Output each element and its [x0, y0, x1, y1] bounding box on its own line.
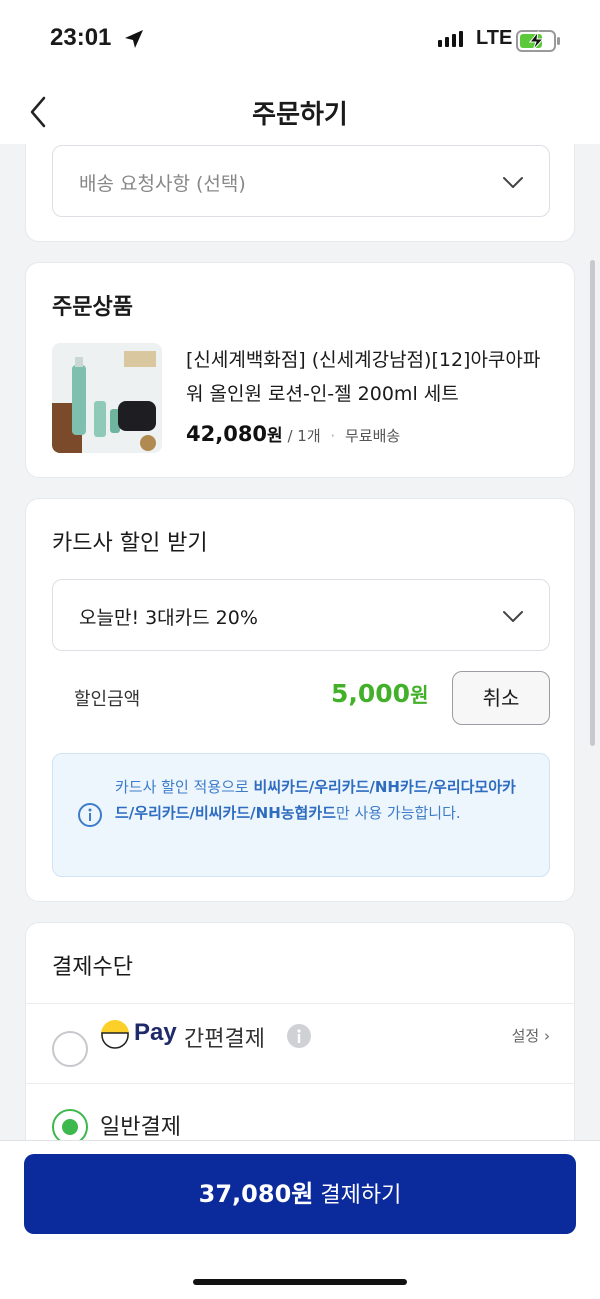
- location-arrow-icon: [125, 30, 143, 48]
- status-bar: 23:01 LTE: [0, 0, 600, 80]
- easy-pay-setup-label: 설정: [511, 1027, 540, 1045]
- signal-icon: [438, 31, 463, 47]
- checkout-amount: 37,080원: [198, 1180, 314, 1208]
- card-discount-notice: 카드사 할인 적용으로 비씨카드/우리카드/NH카드/우리다모아카드/우리카드/…: [52, 753, 550, 877]
- product-price: 42,080: [186, 422, 268, 446]
- discount-cancel-button[interactable]: 취소: [452, 671, 550, 725]
- chevron-down-icon: [503, 611, 523, 622]
- card-discount-selected: 오늘만! 3대카드 20%: [79, 607, 258, 629]
- product-image[interactable]: [52, 343, 162, 453]
- notice-text: 카드사 할인 적용으로 비씨카드/우리카드/NH카드/우리다모아카드/우리카드/…: [115, 774, 535, 826]
- card-discount-card: 카드사 할인 받기 오늘만! 3대카드 20% 할인금액 5,000원 취소 카…: [25, 498, 575, 902]
- order-items-title: 주문상품: [52, 295, 133, 320]
- checkout-label: 결제하기: [320, 1183, 402, 1208]
- order-items-card: 주문상품 [신세계백화점] (신세계강남점)[12]아쿠아파워 올인원 로션-인…: [25, 262, 575, 478]
- product-price-unit: 원: [267, 426, 283, 446]
- discount-amount-value: 5,000: [331, 679, 411, 708]
- page-title: 주문하기: [252, 100, 348, 130]
- status-time: 23:01: [50, 24, 112, 51]
- general-pay-label: 일반결제: [100, 1115, 181, 1140]
- notice-prefix: 카드사 할인 적용으로: [115, 778, 254, 796]
- easy-pay-label: 간편결제: [184, 1027, 265, 1052]
- discount-amount-label: 할인금액: [74, 689, 141, 710]
- card-discount-title: 카드사 할인 받기: [52, 531, 208, 556]
- checkout-button[interactable]: 37,080원 결제하기: [24, 1154, 576, 1234]
- info-icon: [78, 803, 102, 827]
- network-label: LTE: [476, 27, 513, 49]
- product-name[interactable]: [신세계백화점] (신세계강남점)[12]아쿠아파워 올인원 로션-인-젤 20…: [186, 343, 556, 411]
- scrollbar[interactable]: [590, 260, 595, 746]
- separator-dot: ·: [330, 427, 336, 445]
- chevron-down-icon: [503, 177, 523, 188]
- card-discount-select[interactable]: 오늘만! 3대카드 20%: [52, 579, 550, 651]
- nav-bar: 주문하기: [0, 80, 600, 144]
- easy-pay-radio[interactable]: [52, 1031, 88, 1067]
- info-icon[interactable]: [286, 1023, 312, 1049]
- chevron-right-icon: ›: [544, 1027, 550, 1045]
- easy-pay-setup-link[interactable]: 설정 ›: [512, 1025, 550, 1046]
- product-price-row: 42,080원 / 1개 · 무료배송: [186, 421, 400, 446]
- discount-amount: 5,000원: [331, 679, 428, 708]
- battery-charging-icon: [516, 30, 560, 52]
- discount-amount-unit: 원: [410, 683, 429, 707]
- easy-pay-option[interactable]: Pay 간편결제 설정 ›: [26, 1015, 574, 1093]
- pay-logo-icon: [101, 1020, 129, 1049]
- notice-suffix: 만 사용 가능합니다.: [335, 804, 461, 822]
- delivery-request-select[interactable]: 배송 요청사항 (선택): [52, 145, 550, 217]
- divider: [26, 1003, 574, 1004]
- shipping-label: 무료배송: [344, 427, 401, 445]
- product-quantity: / 1개: [287, 427, 321, 445]
- easy-pay-brand: Pay: [134, 1019, 177, 1046]
- divider: [26, 1083, 574, 1084]
- home-indicator[interactable]: [193, 1279, 407, 1285]
- delivery-request-placeholder: 배송 요청사항 (선택): [79, 173, 246, 195]
- checkout-bar: 37,080원 결제하기: [0, 1140, 600, 1299]
- payment-method-title: 결제수단: [52, 955, 133, 980]
